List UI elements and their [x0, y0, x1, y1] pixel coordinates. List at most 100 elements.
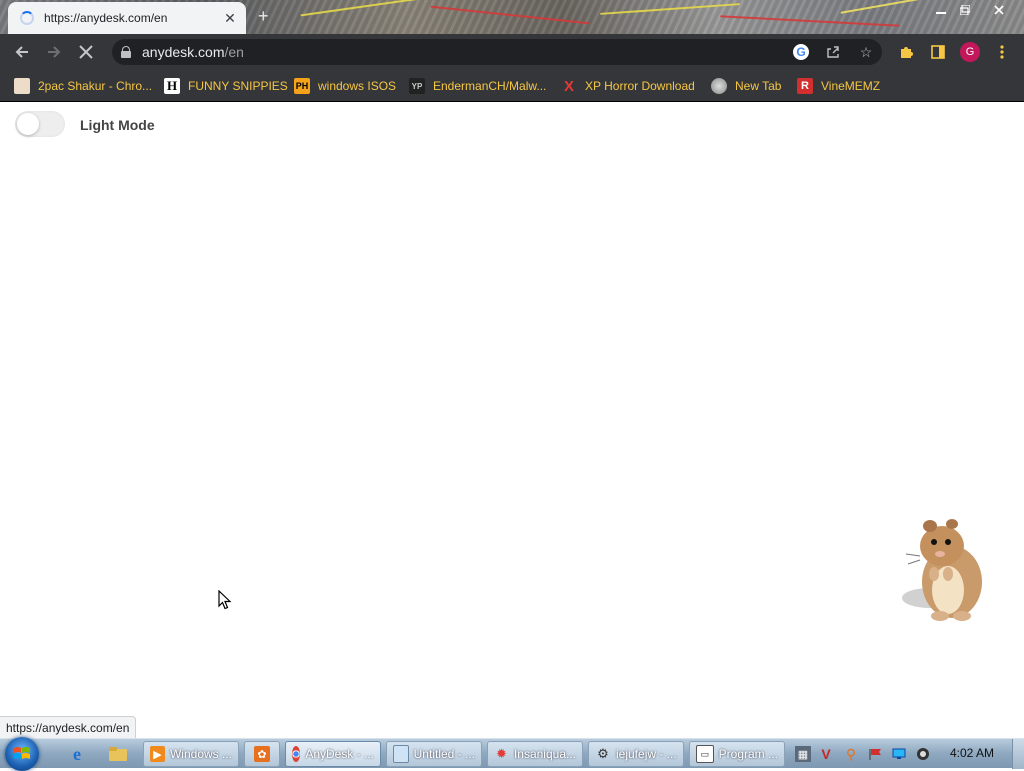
hamster-image — [902, 519, 982, 621]
taskbar-item-label: AnyDesk - ... — [305, 747, 374, 761]
bookmark-item[interactable]: PH windows ISOS — [294, 76, 396, 96]
minimize-icon — [936, 12, 946, 14]
bookmark-item[interactable]: X XP Horror Download — [561, 76, 695, 96]
toggle-knob — [17, 113, 39, 135]
url-path: /en — [224, 44, 244, 60]
tab-anydesk[interactable]: https://anydesk.com/en ✕ — [8, 2, 246, 34]
wallpaper-streak — [300, 0, 420, 17]
taskbar: e ▶ Windows ... ✿ AnyDesk - ... Untitled… — [0, 737, 1024, 771]
gear-icon: ⚙ — [597, 746, 609, 761]
lock-icon[interactable] — [121, 46, 131, 58]
bookmark-label: 2pac Shakur - Chro... — [38, 79, 153, 93]
close-icon — [994, 5, 1004, 15]
restore-icon — [960, 5, 970, 15]
wallpaper-streak — [430, 5, 590, 25]
side-panel-button[interactable] — [926, 40, 950, 64]
back-button[interactable] — [10, 40, 34, 64]
puzzle-icon — [901, 47, 913, 58]
wallpaper-streak — [840, 0, 930, 14]
app-icon: ✿ — [254, 746, 270, 762]
arrow-right-icon — [48, 46, 61, 58]
taskbar-item[interactable]: AnyDesk - ... — [285, 741, 381, 767]
tab-close-icon[interactable]: ✕ — [222, 10, 238, 26]
r-icon: R — [797, 78, 813, 94]
tray-app-icon[interactable]: ▦ — [795, 746, 811, 762]
show-desktop-button[interactable] — [1012, 739, 1024, 769]
insaniquarium-icon: ✹ — [496, 746, 507, 761]
mouse-cursor-icon — [218, 590, 232, 610]
google-lens-icon[interactable]: G — [793, 44, 809, 60]
light-mode-toggle[interactable] — [15, 111, 65, 137]
bookmark-star-icon[interactable]: ☆ — [857, 43, 875, 61]
address-bar[interactable]: anydesk.com/en G ☆ — [112, 39, 882, 65]
web-page: Light Mode — [0, 102, 1024, 720]
taskbar-item[interactable]: ▶ Windows ... — [143, 741, 239, 767]
taskbar-item-label: iejufejw - ... — [616, 747, 677, 761]
bookmark-item[interactable]: R VineMEMZ — [797, 76, 880, 96]
taskbar-item-label: Program ... — [718, 747, 778, 761]
bookmark-label: FUNNY SNIPPIES — [188, 79, 288, 93]
start-button[interactable] — [5, 737, 39, 771]
taskbar-item[interactable]: ✿ — [244, 741, 280, 767]
x-icon: X — [563, 77, 574, 95]
tray-flag-icon[interactable] — [867, 746, 883, 762]
side-panel-icon — [931, 45, 945, 59]
bookmark-label: windows ISOS — [318, 79, 397, 93]
clock[interactable]: 4:02 AM — [950, 746, 994, 760]
ph-icon: PH — [294, 78, 310, 94]
wallpaper-streak — [720, 15, 900, 27]
bookmark-item[interactable]: New Tab — [711, 76, 781, 96]
browser-toolbar: anydesk.com/en G ☆ G — [0, 34, 1024, 70]
light-mode-label: Light Mode — [80, 117, 155, 133]
extensions-button[interactable] — [894, 40, 918, 64]
taskbar-item-label: Untitled - ... — [413, 747, 475, 761]
tray-volume-icon[interactable] — [915, 746, 931, 762]
program-manager-icon: ▭ — [696, 745, 714, 763]
bookmark-label: New Tab — [735, 79, 782, 93]
internet-explorer-icon[interactable]: e — [66, 743, 88, 765]
address-url: anydesk.com/en — [142, 44, 244, 60]
bookmark-item[interactable]: 2pac Shakur - Chro... — [14, 76, 152, 96]
minimize-button[interactable] — [928, 0, 954, 20]
tray-v-icon[interactable]: V — [818, 746, 834, 762]
loading-spinner-icon — [20, 11, 34, 25]
taskbar-item[interactable]: ✹ Insaniqua... — [487, 741, 583, 767]
taskbar-item-label: Insaniqua... — [513, 747, 576, 761]
bookmarks-bar: 2pac Shakur - Chro... H FUNNY SNIPPIES P… — [0, 70, 1024, 102]
new-tab-button[interactable]: + — [258, 6, 269, 27]
forward-button[interactable] — [42, 40, 66, 64]
arrow-left-icon — [15, 46, 28, 58]
windows-logo-icon — [14, 747, 30, 759]
restore-button[interactable] — [952, 0, 978, 20]
wallpaper-streak — [600, 3, 740, 15]
taskbar-item[interactable]: ⚙ iejufejw - ... — [588, 741, 684, 767]
bookmark-label: XP Horror Download — [585, 79, 695, 93]
url-host: anydesk.com — [142, 44, 225, 60]
kebab-menu-icon — [1000, 45, 1004, 59]
stop-icon — [79, 45, 93, 59]
explorer-icon[interactable] — [107, 743, 129, 765]
profile-avatar[interactable]: G — [960, 42, 980, 62]
tray-network-icon[interactable] — [891, 746, 907, 762]
bookmark-label: EndermanCH/Malw... — [433, 79, 547, 93]
bookmark-item[interactable]: YP EndermanCH/Malw... — [409, 76, 546, 96]
taskbar-item[interactable]: Untitled - ... — [386, 741, 482, 767]
media-player-icon: ▶ — [150, 746, 165, 762]
tray-search-icon[interactable]: ⚲ — [843, 746, 859, 762]
close-window-button[interactable] — [986, 0, 1012, 20]
h-icon: H — [164, 78, 180, 94]
title-bar: https://anydesk.com/en ✕ + — [0, 0, 1024, 34]
bookmark-label: VineMEMZ — [821, 79, 881, 93]
tab-title: https://anydesk.com/en — [44, 11, 168, 25]
taskbar-item-label: Windows ... — [169, 747, 232, 761]
bookmark-folder-icon — [14, 78, 30, 94]
taskbar-item[interactable]: ▭ Program ... — [689, 741, 785, 767]
chrome-icon — [292, 746, 301, 762]
globe-icon — [711, 78, 727, 94]
share-icon[interactable] — [824, 43, 842, 61]
bookmark-item[interactable]: H FUNNY SNIPPIES — [164, 76, 288, 96]
notepad-icon — [393, 745, 409, 763]
stop-loading-button[interactable] — [74, 40, 98, 64]
menu-button[interactable] — [990, 40, 1014, 64]
yp-icon: YP — [409, 78, 425, 94]
